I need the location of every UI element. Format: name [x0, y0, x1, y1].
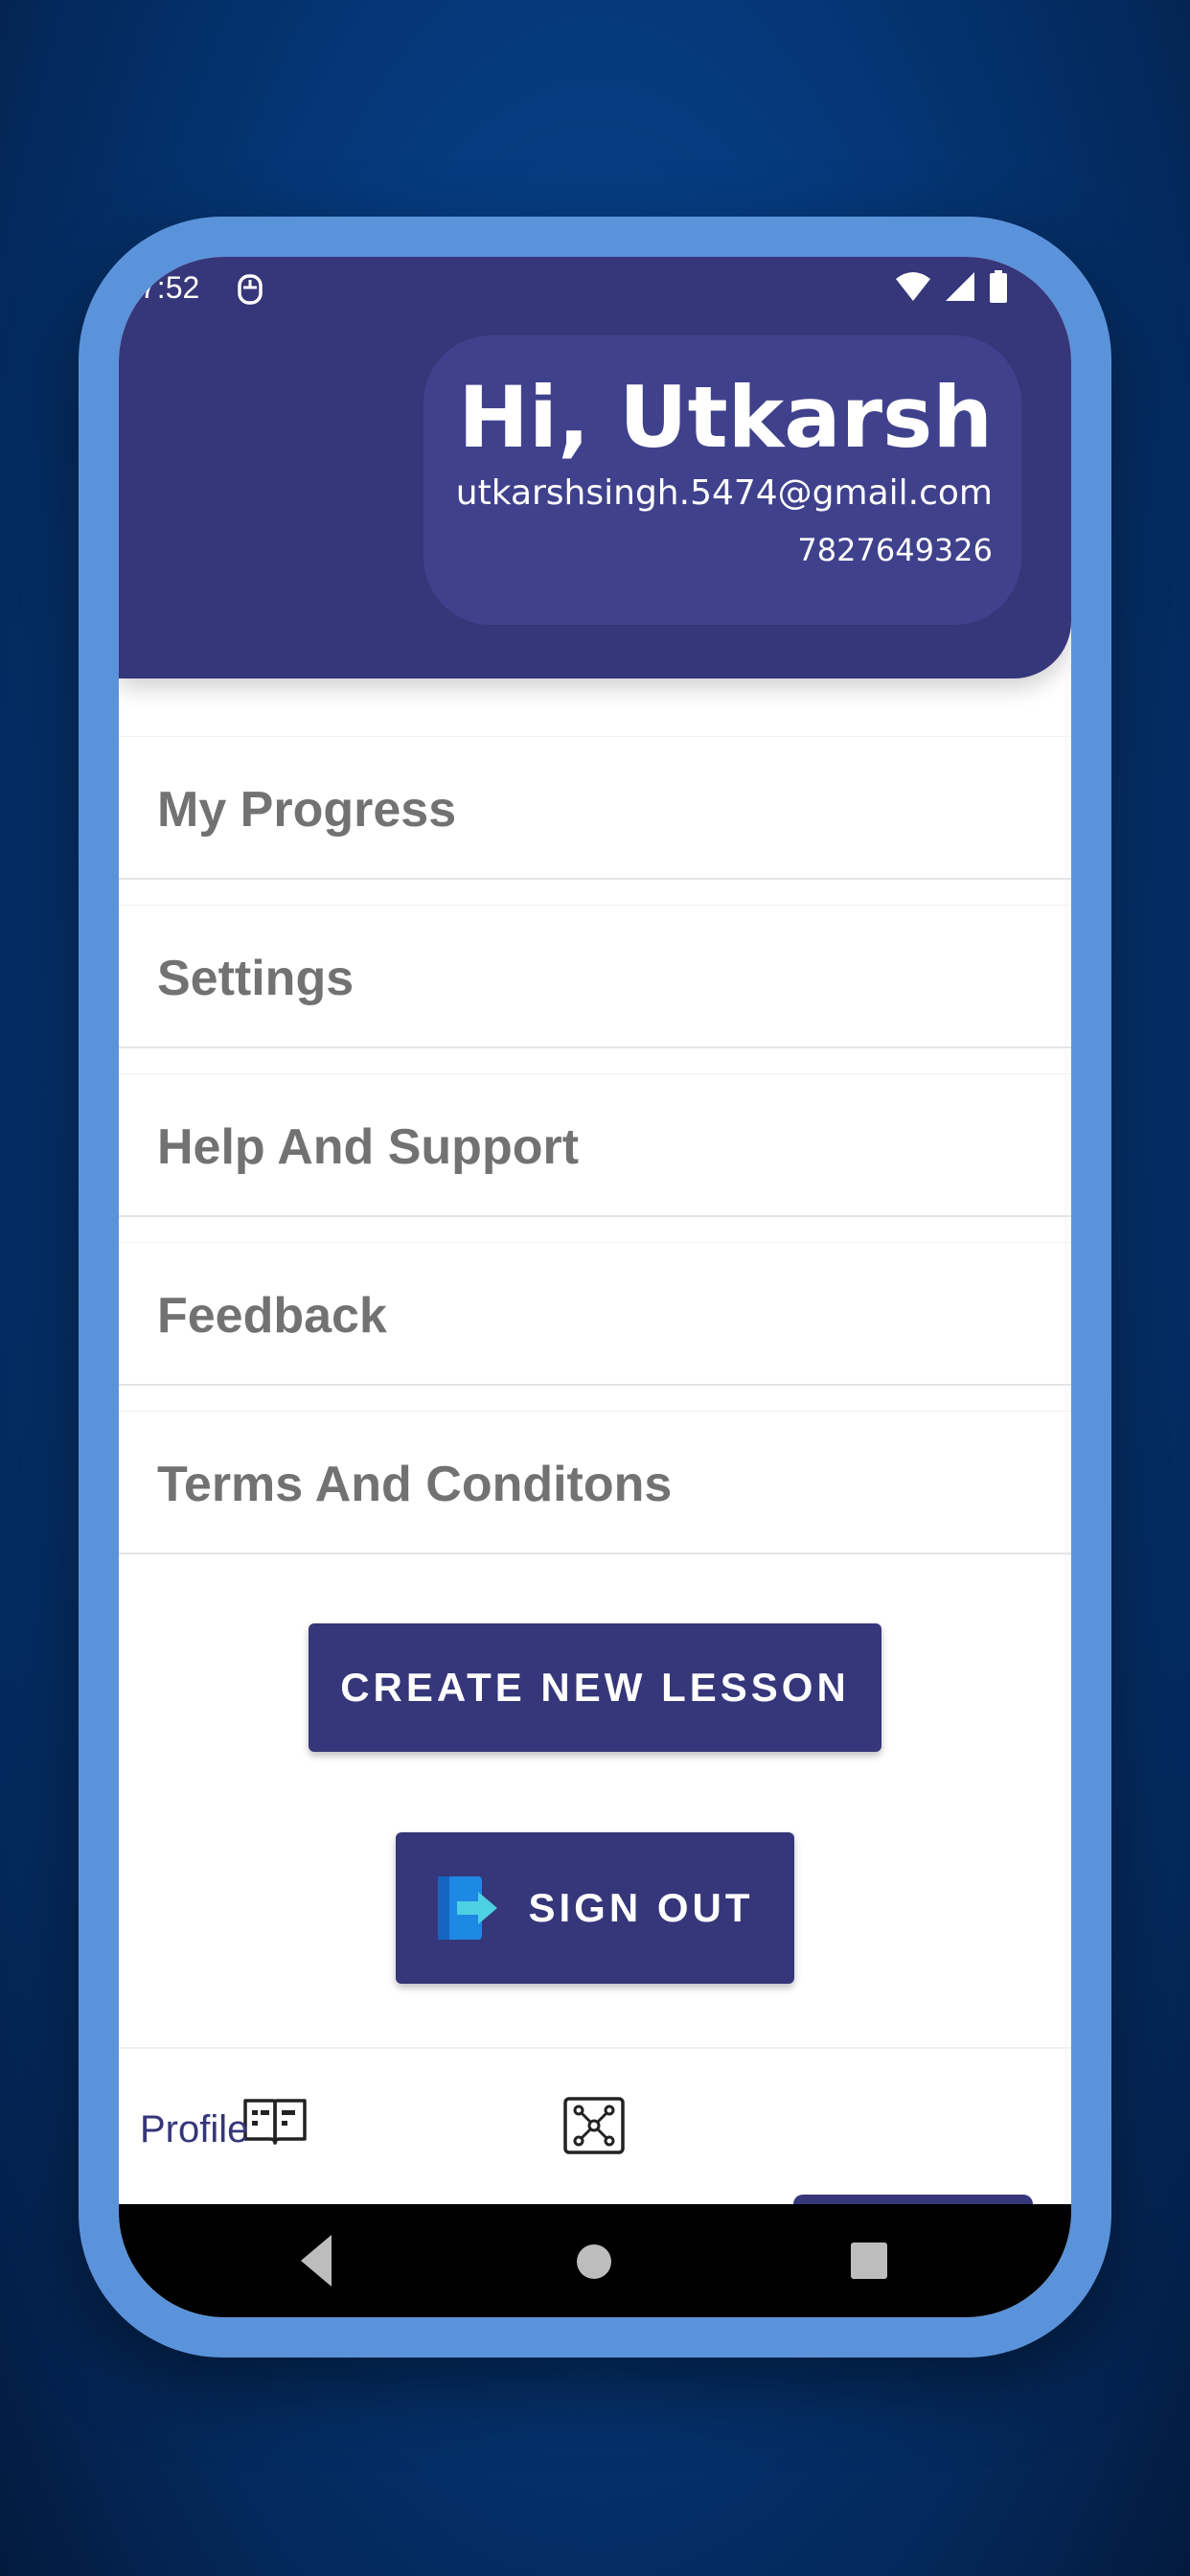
menu-item-label: Help And Support	[157, 1119, 580, 1175]
menu-item-help-and-support[interactable]: Help And Support	[119, 1073, 1071, 1217]
system-navigation-bar	[119, 2204, 1071, 2317]
create-new-lesson-button[interactable]: CREATE NEW LESSON	[309, 1623, 881, 1752]
menu-item-label: Settings	[157, 951, 355, 1006]
home-icon[interactable]	[577, 2244, 611, 2279]
profile-header: 7:52 Hi, Utkarsh utkarshsingh.5474@gmail…	[119, 257, 1071, 678]
menu-item-terms-and-conditions[interactable]: Terms And Conditons	[119, 1411, 1071, 1554]
user-phone: 7827649326	[797, 532, 993, 568]
notification-icon	[238, 274, 263, 305]
create-new-lesson-label: CREATE NEW LESSON	[340, 1665, 850, 1710]
menu-item-label: Terms And Conditons	[157, 1457, 673, 1512]
status-icons	[895, 270, 1008, 303]
nav-profile-label: Profile	[140, 2108, 249, 2150]
sign-out-label: SIGN OUT	[528, 1885, 754, 1930]
menu-item-label: My Progress	[157, 782, 457, 838]
profile-menu: My Progress Settings Help And Support Fe…	[119, 736, 1071, 1579]
network-icon[interactable]	[563, 2097, 625, 2154]
sign-out-button[interactable]: SIGN OUT	[396, 1832, 794, 1984]
sign-out-icon	[438, 1876, 498, 1940]
back-icon[interactable]	[297, 2229, 335, 2292]
battery-icon	[990, 270, 1007, 303]
app-screen: 7:52 Hi, Utkarsh utkarshsingh.5474@gmail…	[119, 257, 1071, 2317]
menu-item-feedback[interactable]: Feedback	[119, 1242, 1071, 1386]
recent-apps-icon[interactable]	[851, 2242, 887, 2279]
user-email: utkarshsingh.5474@gmail.com	[455, 473, 993, 513]
bottom-navigation: Profile	[119, 2047, 1071, 2206]
signal-icon	[946, 272, 974, 301]
user-info-card: Hi, Utkarsh utkarshsingh.5474@gmail.com …	[423, 335, 1021, 625]
greeting: Hi, Utkarsh	[458, 368, 993, 467]
menu-item-settings[interactable]: Settings	[119, 905, 1071, 1048]
menu-item-label: Feedback	[157, 1288, 387, 1344]
menu-item-my-progress[interactable]: My Progress	[119, 736, 1071, 880]
wifi-icon	[896, 272, 930, 301]
status-time: 7:52	[140, 270, 200, 305]
lessons-icon[interactable]	[241, 2097, 309, 2150]
status-bar: 7:52	[119, 257, 1071, 343]
